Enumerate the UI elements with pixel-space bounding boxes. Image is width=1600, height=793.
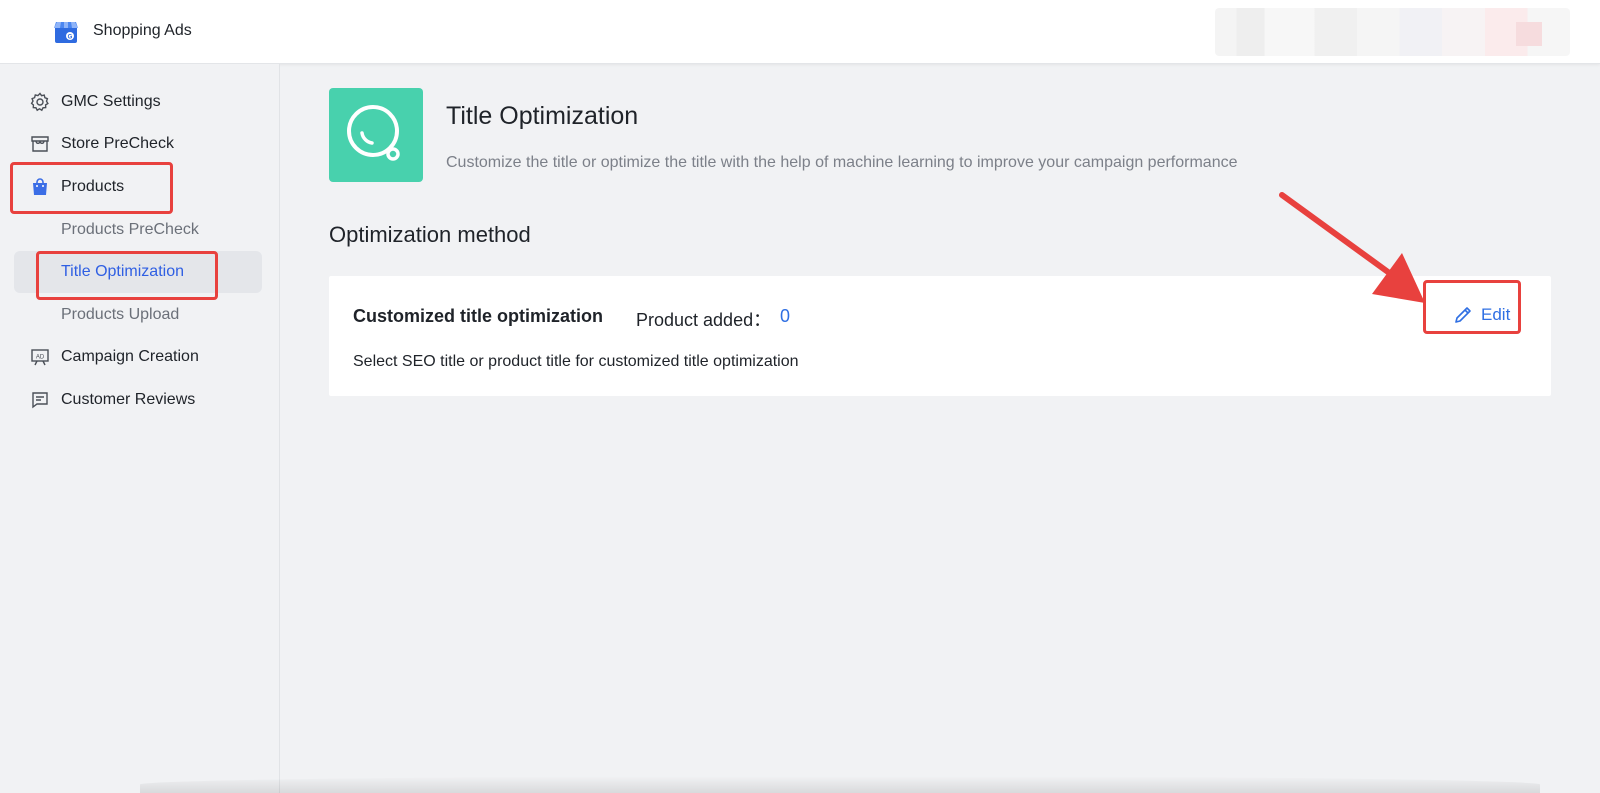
main-content: Title Optimization Customize the title o…	[281, 64, 1600, 793]
sidebar-item-campaign-creation[interactable]: AD Campaign Creation	[14, 336, 262, 378]
sidebar-item-store-precheck[interactable]: Store PreCheck	[14, 123, 262, 165]
svg-text:G: G	[68, 35, 73, 41]
store-g-logo-icon: G	[54, 22, 78, 43]
page-title: Title Optimization	[446, 102, 639, 130]
sidebar-item-label: Products PreCheck	[61, 221, 199, 238]
sidebar-item-products-upload[interactable]: Products Upload	[14, 294, 262, 336]
shopping-bag-icon	[33, 178, 47, 195]
search-icon	[347, 105, 400, 161]
sidebar: GMC Settings Store PreCheck Products Pro…	[0, 64, 280, 793]
card-title: Customized title optimization	[353, 306, 603, 326]
sidebar-item-label: Products	[61, 178, 125, 195]
top-bar: G Shopping Ads	[0, 0, 1600, 64]
sidebar-item-gmc-settings[interactable]: GMC Settings	[14, 81, 262, 123]
product-added-label: Product added：	[636, 310, 772, 330]
section-title: Optimization method	[329, 222, 531, 247]
app-name: Shopping Ads	[93, 22, 192, 39]
sidebar-item-label: Title Optimization	[61, 263, 184, 280]
edit-button[interactable]: Edit	[1453, 303, 1510, 327]
page-hero-icon	[329, 88, 423, 182]
store-icon	[31, 136, 49, 152]
sidebar-item-products[interactable]: Products	[14, 166, 262, 208]
sidebar-item-label: Store PreCheck	[61, 135, 174, 152]
pencil-icon	[1455, 307, 1471, 323]
account-area[interactable]	[1215, 8, 1570, 56]
sidebar-item-label: Campaign Creation	[61, 348, 199, 365]
sidebar-item-label: Products Upload	[61, 306, 180, 323]
product-added-count[interactable]: 0	[780, 306, 790, 327]
sidebar-item-title-optimization[interactable]: Title Optimization	[14, 251, 262, 293]
optimization-method-card: Customized title optimization Product ad…	[329, 276, 1551, 396]
page-description: Customize the title or optimize the titl…	[446, 154, 1238, 171]
card-description: Select SEO title or product title for cu…	[353, 353, 799, 370]
sidebar-item-label: GMC Settings	[61, 93, 161, 110]
edit-button-label: Edit	[1481, 305, 1511, 324]
sidebar-item-customer-reviews[interactable]: Customer Reviews	[14, 379, 262, 421]
sidebar-item-label: Customer Reviews	[61, 391, 196, 408]
review-icon	[32, 392, 48, 409]
ad-board-icon: AD	[31, 349, 49, 366]
gear-icon	[30, 92, 49, 112]
svg-text:AD: AD	[36, 355, 45, 361]
sidebar-item-products-precheck[interactable]: Products PreCheck	[14, 209, 262, 251]
